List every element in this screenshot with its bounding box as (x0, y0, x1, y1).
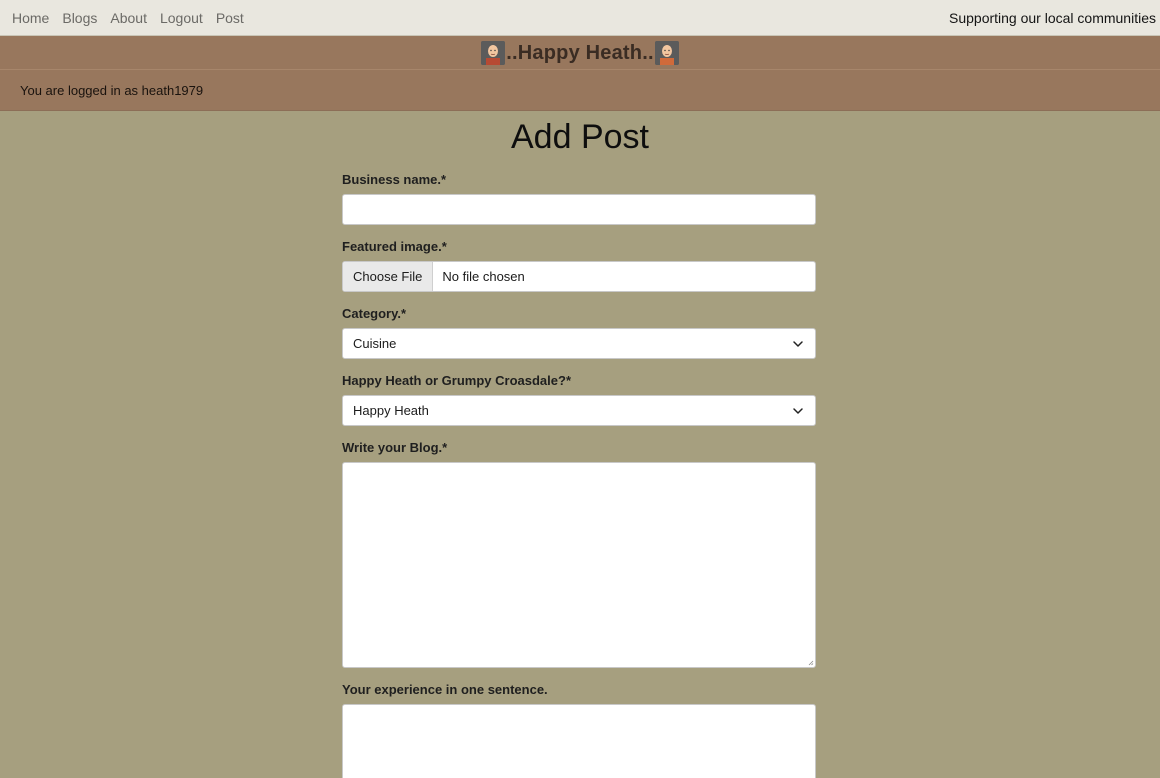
category-field-group: Category.* Cuisine (342, 307, 818, 359)
business-name-input[interactable] (342, 194, 816, 225)
mood-field-group: Happy Heath or Grumpy Croasdale?* Happy … (342, 374, 818, 426)
nav-link-about[interactable]: About (110, 11, 147, 25)
bald-man-avatar-icon (654, 40, 679, 65)
blog-label: Write your Blog.* (342, 440, 448, 455)
experience-field-group: Your experience in one sentence. (342, 683, 818, 778)
nav-links: Home Blogs About Logout Post (12, 11, 257, 25)
page-title: Add Post (511, 118, 649, 156)
category-selected-value: Cuisine (353, 336, 397, 351)
blog-field-group: Write your Blog.* (342, 441, 818, 668)
business-name-field-group: Business name.* (342, 173, 818, 225)
mood-label: Happy Heath or Grumpy Croasdale?* (342, 373, 571, 388)
site-title: ..Happy Heath.. (506, 41, 654, 64)
logged-in-status: You are logged in as heath1979 (20, 82, 204, 98)
blog-textarea[interactable] (342, 462, 816, 668)
business-name-label: Business name.* (342, 172, 447, 187)
brand-row: ..Happy Heath.. (0, 36, 1160, 70)
bald-man-avatar-icon (481, 40, 506, 65)
site-banner: ..Happy Heath.. You are logged in as hea… (0, 36, 1160, 111)
add-post-form: Add Post Business name.* Featured image.… (342, 111, 818, 778)
choose-file-button[interactable]: Choose File (343, 262, 434, 291)
featured-image-label: Featured image.* (342, 239, 447, 254)
nav-link-home[interactable]: Home (12, 11, 49, 25)
category-label: Category.* (342, 306, 407, 321)
mood-selected-value: Happy Heath (353, 403, 429, 418)
nav-link-blogs[interactable]: Blogs (62, 11, 97, 25)
top-navbar: Home Blogs About Logout Post Supporting … (0, 0, 1160, 36)
file-status-text: No file chosen (442, 269, 525, 284)
featured-image-field-group: Featured image.* Choose File No file cho… (342, 240, 818, 292)
featured-image-file-input[interactable]: Choose File No file chosen (342, 261, 816, 292)
experience-label: Your experience in one sentence. (342, 682, 548, 697)
category-select[interactable]: Cuisine (342, 328, 816, 359)
chevron-down-icon (793, 340, 803, 347)
site-tagline: Supporting our local communities (949, 9, 1156, 26)
mood-select[interactable]: Happy Heath (342, 395, 816, 426)
resize-handle-icon[interactable] (808, 660, 814, 666)
nav-link-logout[interactable]: Logout (160, 11, 203, 25)
chevron-down-icon (793, 407, 803, 414)
nav-link-post[interactable]: Post (216, 11, 244, 25)
login-status-row: You are logged in as heath1979 (0, 70, 1160, 110)
experience-textarea[interactable] (342, 704, 816, 778)
